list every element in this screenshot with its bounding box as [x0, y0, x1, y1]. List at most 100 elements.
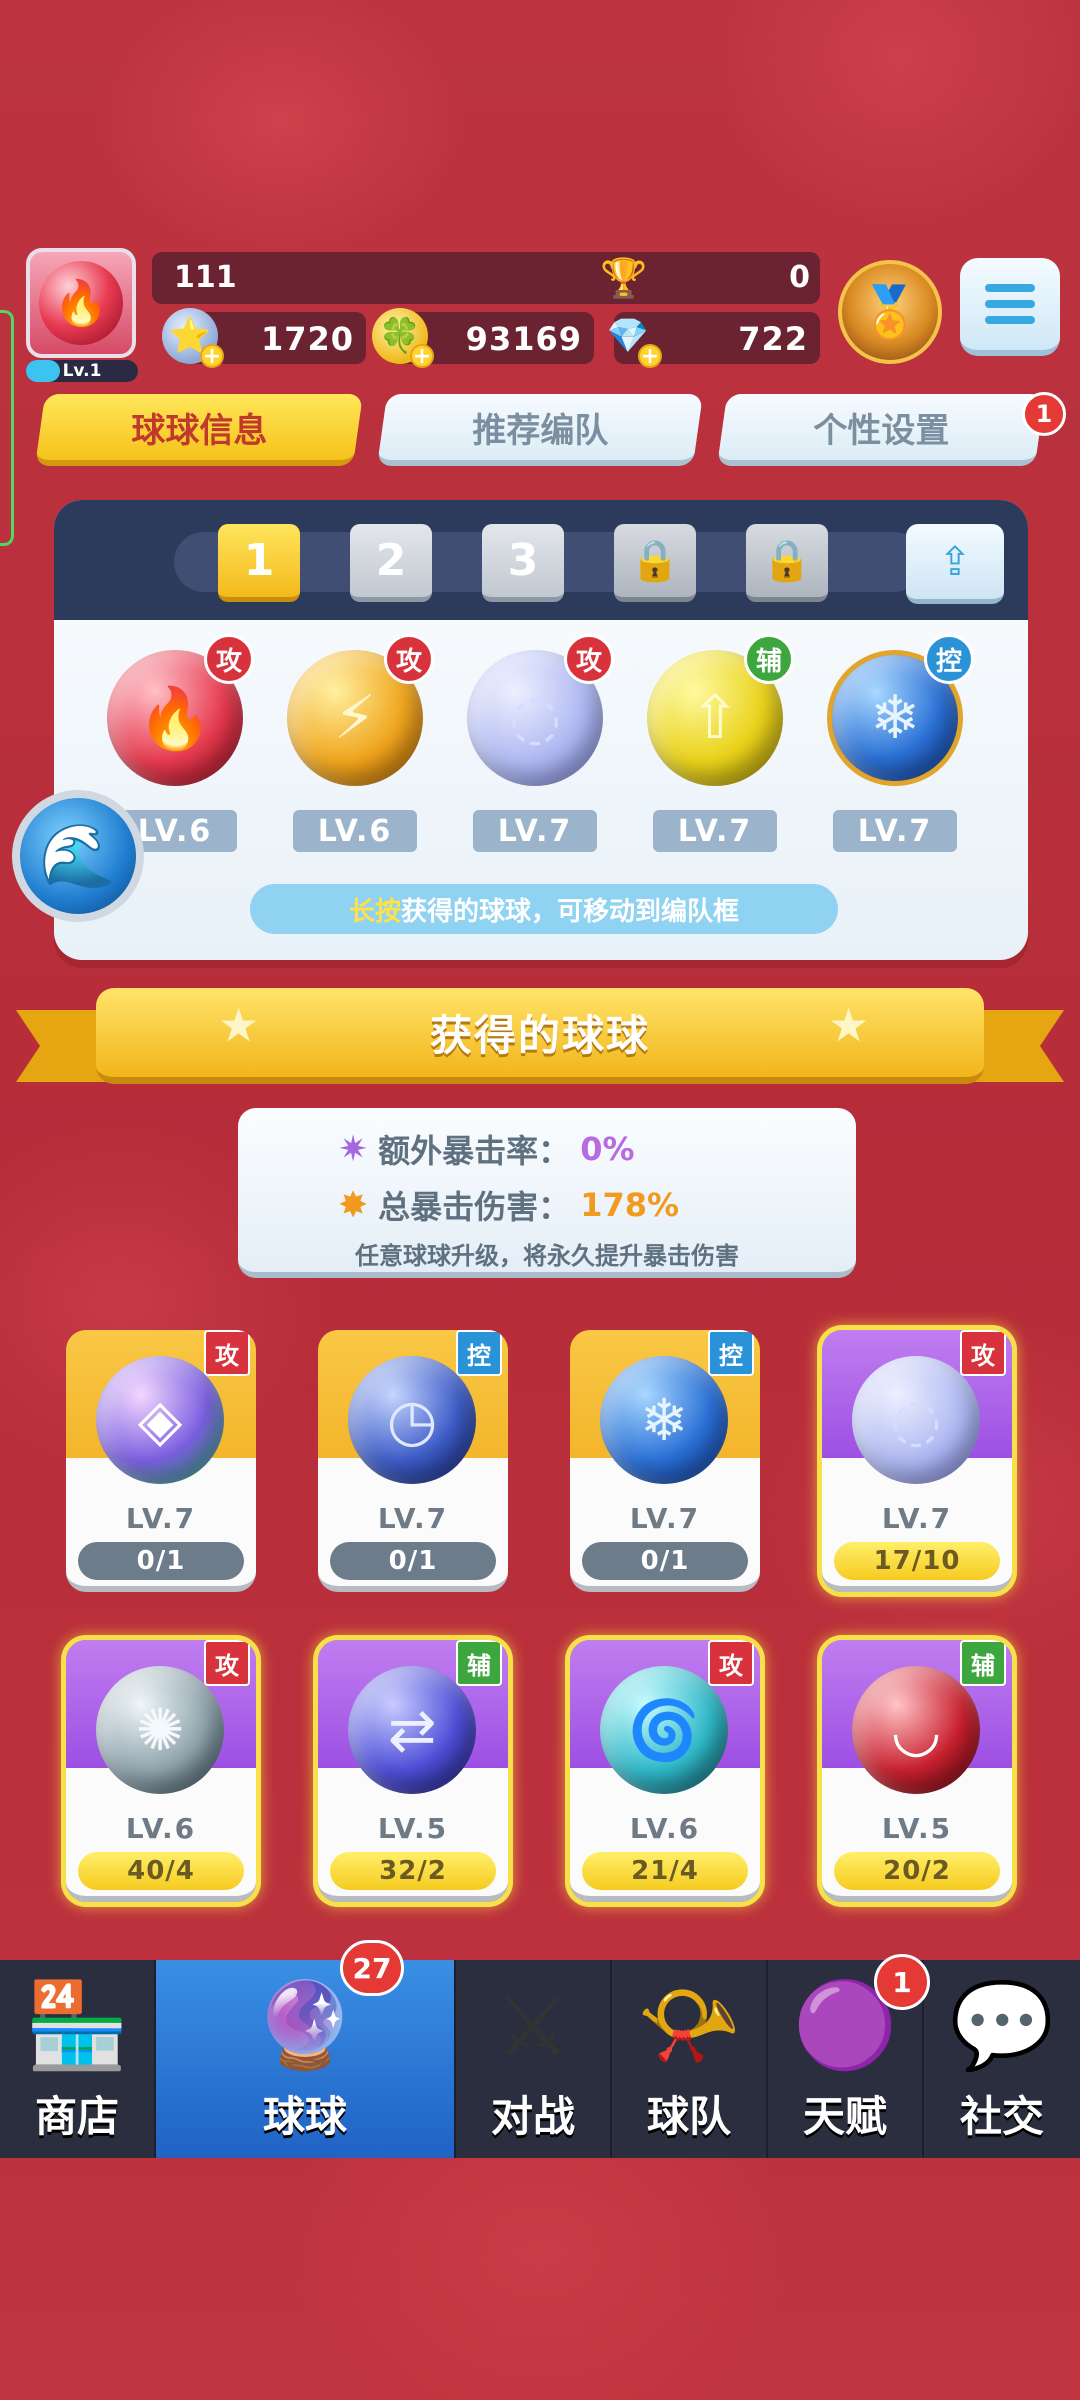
owned-ball-card-7[interactable]: 🌀 攻 LV.6 21/4 [570, 1640, 760, 1902]
role-badge: 攻 [204, 1640, 250, 1686]
lineup-ball-5[interactable]: ❄ 控 LV.7 [820, 634, 974, 852]
ball-level: LV.5 [377, 1812, 449, 1845]
upgrade-progress: 20/2 [834, 1852, 1000, 1890]
nav-social[interactable]: 💬 社交 [924, 1960, 1080, 2158]
fire-avatar-icon: 🔥 [39, 261, 123, 345]
star-icon: ★ [218, 998, 260, 1052]
role-badge: 辅 [744, 634, 794, 684]
lineup-slot-1[interactable]: 1 [218, 524, 300, 602]
owned-ball-card-2[interactable]: ◷ 控 LV.7 0/1 [318, 1330, 508, 1592]
owned-ball-card-3[interactable]: ❄ 控 LV.7 0/1 [570, 1330, 760, 1592]
nav-team[interactable]: 📯 球队 [612, 1960, 768, 2158]
diamond-bar[interactable]: 💎 + 722 [607, 312, 820, 368]
owned-ball-card-8[interactable]: ◡ 辅 LV.5 20/2 [822, 1640, 1012, 1902]
share-icon: ⇪ [938, 538, 972, 585]
crit-damage-icon: ✸ [338, 1184, 369, 1226]
role-badge: 攻 [384, 634, 434, 684]
role-badge: 控 [456, 1330, 502, 1376]
role-badge: 辅 [960, 1640, 1006, 1686]
player-name: 111 [174, 260, 237, 295]
ball-level: LV.7 [833, 810, 957, 852]
total-crit-damage-value: 178% [580, 1186, 680, 1224]
ball-level: LV.7 [125, 1502, 197, 1535]
upgrade-progress: 0/1 [582, 1542, 748, 1580]
tab-ball-info[interactable]: 球球信息 [34, 394, 364, 466]
hint-highlight: 长按 [348, 896, 401, 927]
crit-rate-icon: ✷ [338, 1128, 369, 1170]
player-level-tag: Lv.1 [26, 360, 138, 382]
ball-level: LV.6 [629, 1812, 701, 1845]
ball-level: LV.7 [881, 1502, 953, 1535]
clover-coin-icon: 🍀 + [372, 308, 434, 368]
role-badge: 攻 [564, 634, 614, 684]
nav-shop[interactable]: 🏪 商店 [0, 1960, 156, 2158]
ball-level: LV.5 [881, 1812, 953, 1845]
player-avatar[interactable]: 🔥 [26, 248, 136, 358]
rank-badge-icon[interactable]: 🏅 [838, 260, 942, 364]
extra-crit-rate-label: 额外暴击率： [378, 1132, 571, 1170]
upgrade-progress: 0/1 [78, 1542, 244, 1580]
lineup-slot-locked-4[interactable]: 🔒 [614, 524, 696, 602]
diamond-icon: 💎 + [600, 308, 662, 368]
left-edge-indicator [0, 310, 14, 546]
settings-notification-badge: 1 [1022, 392, 1066, 436]
ball-level: LV.7 [377, 1502, 449, 1535]
role-badge: 攻 [708, 1640, 754, 1686]
talent-nav-badge: 1 [874, 1954, 930, 2010]
role-badge: 攻 [960, 1330, 1006, 1376]
lineup-slot-2[interactable]: 2 [350, 524, 432, 602]
whistle-icon: 📯 [636, 1976, 742, 2074]
star-coin-bar[interactable]: ⭐ + 1720 [162, 308, 366, 368]
floating-wave-button[interactable]: 🌊 [12, 790, 144, 922]
total-crit-damage-label: 总暴击伤害： [378, 1188, 571, 1226]
ball-level: LV.6 [125, 1812, 197, 1845]
lineup-ball-3[interactable]: ◌ 攻 LV.7 [460, 634, 614, 852]
wave-icon: 🌊 [39, 819, 117, 892]
owned-ball-card-6[interactable]: ⇄ 辅 LV.5 32/2 [318, 1640, 508, 1902]
menu-icon-line [985, 284, 1035, 292]
hint-text: 获得的球球，可移动到编队框 [401, 896, 740, 927]
upgrade-progress: 40/4 [78, 1852, 244, 1890]
lineup-slot-locked-5[interactable]: 🔒 [746, 524, 828, 602]
lock-icon: 🔒 [762, 538, 812, 584]
share-lineup-button[interactable]: ⇪ [906, 524, 1004, 604]
ball-level: LV.7 [653, 810, 777, 852]
lineup-hint: 长按 获得的球球，可移动到编队框 [250, 884, 838, 934]
ball-level: LV.7 [473, 810, 597, 852]
crit-note: 任意球球升级，将永久提升暴击伤害 [355, 1242, 739, 1270]
lineup-slot-3[interactable]: 3 [482, 524, 564, 602]
nav-balls[interactable]: 🔮 球球 [156, 1960, 456, 2158]
owned-ball-card-1[interactable]: ◈ 攻 LV.7 0/1 [66, 1330, 256, 1592]
clover-coin-bar[interactable]: 🍀 + 93169 [372, 308, 594, 368]
upgrade-progress: 21/4 [582, 1852, 748, 1890]
upgrade-progress: 32/2 [330, 1852, 496, 1890]
lock-icon: 🔒 [630, 538, 680, 584]
trophy-icon: 🏆 [600, 256, 648, 300]
balls-icon: 🔮 [252, 1976, 358, 2074]
upgrade-progress: 17/10 [834, 1542, 1000, 1580]
lineup-ball-2[interactable]: ⚡ 攻 LV.6 [280, 634, 434, 852]
star-coin-icon: ⭐ + [162, 308, 224, 368]
role-badge: 辅 [456, 1640, 502, 1686]
crit-info-card: ✷ 额外暴击率： 0% ✸ 总暴击伤害： 178% 任意球球升级，将永久提升暴击… [238, 1108, 856, 1278]
shop-icon: 🏪 [24, 1976, 130, 2074]
crossed-swords-icon: ⚔ [495, 1977, 571, 2075]
chat-heart-icon: 💬 [949, 1976, 1055, 2074]
owned-ball-card-5[interactable]: ✺ 攻 LV.6 40/4 [66, 1640, 256, 1902]
role-badge: 控 [708, 1330, 754, 1376]
owned-ball-card-4[interactable]: ◌ 攻 LV.7 17/10 [822, 1330, 1012, 1592]
role-badge: 攻 [204, 634, 254, 684]
upgrade-progress: 0/1 [330, 1542, 496, 1580]
balls-nav-badge: 27 [340, 1940, 404, 1996]
star-icon: ★ [828, 998, 870, 1052]
nav-battle[interactable]: ⚔ 对战 [456, 1960, 612, 2158]
lineup-panel: 1 2 3 🔒 🔒 ⇪ 🔥 攻 LV.6 ⚡ 攻 LV.6 ◌ 攻 LV.7 ⇧… [54, 500, 1028, 960]
tab-personal-settings[interactable]: 个性设置 [716, 394, 1046, 466]
lineup-ball-4[interactable]: ⇧ 辅 LV.7 [640, 634, 794, 852]
trophy-count: 0 [789, 260, 810, 295]
menu-button[interactable] [960, 258, 1060, 356]
player-name-bar: 111 🏆 0 [152, 252, 820, 304]
tab-recommended-lineup[interactable]: 推荐编队 [376, 394, 704, 466]
extra-crit-rate-value: 0% [580, 1130, 635, 1168]
role-badge: 攻 [204, 1330, 250, 1376]
